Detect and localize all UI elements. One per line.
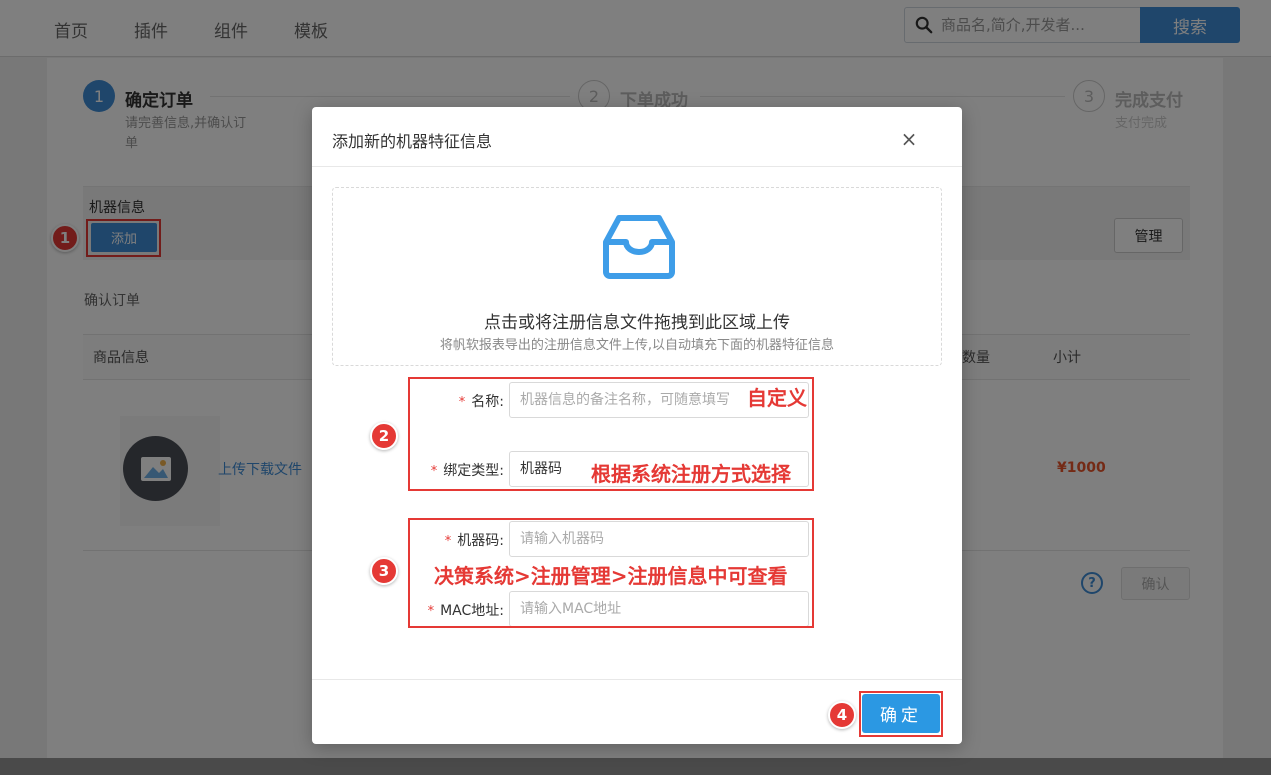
footer-strip (0, 758, 1271, 775)
close-icon[interactable]: × (899, 127, 919, 151)
annotation-badge-3: 3 (370, 557, 398, 585)
annotation-highlight (859, 691, 943, 737)
upload-main-text: 点击或将注册信息文件拖拽到此区域上传 (484, 313, 790, 333)
annotation-custom-text: 自定义 (747, 386, 807, 410)
annotation-location-text: 决策系统>注册管理>注册信息中可查看 (434, 564, 788, 588)
dialog-footer-divider (312, 679, 962, 680)
upload-hint-text: 将帆软报表导出的注册信息文件上传,以自动填充下面的机器特征信息 (439, 338, 835, 353)
annotation-badge-2: 2 (370, 422, 398, 450)
annotation-choose-text: 根据系统注册方式选择 (591, 462, 791, 486)
upload-dropzone[interactable]: 点击或将注册信息文件拖拽到此区域上传 将帆软报表导出的注册信息文件上传,以自动填… (332, 187, 942, 366)
dialog-header-divider (312, 166, 962, 167)
inbox-icon (603, 215, 675, 279)
annotation-badge-4: 4 (828, 701, 856, 729)
dialog-title: 添加新的机器特征信息 (332, 132, 493, 151)
